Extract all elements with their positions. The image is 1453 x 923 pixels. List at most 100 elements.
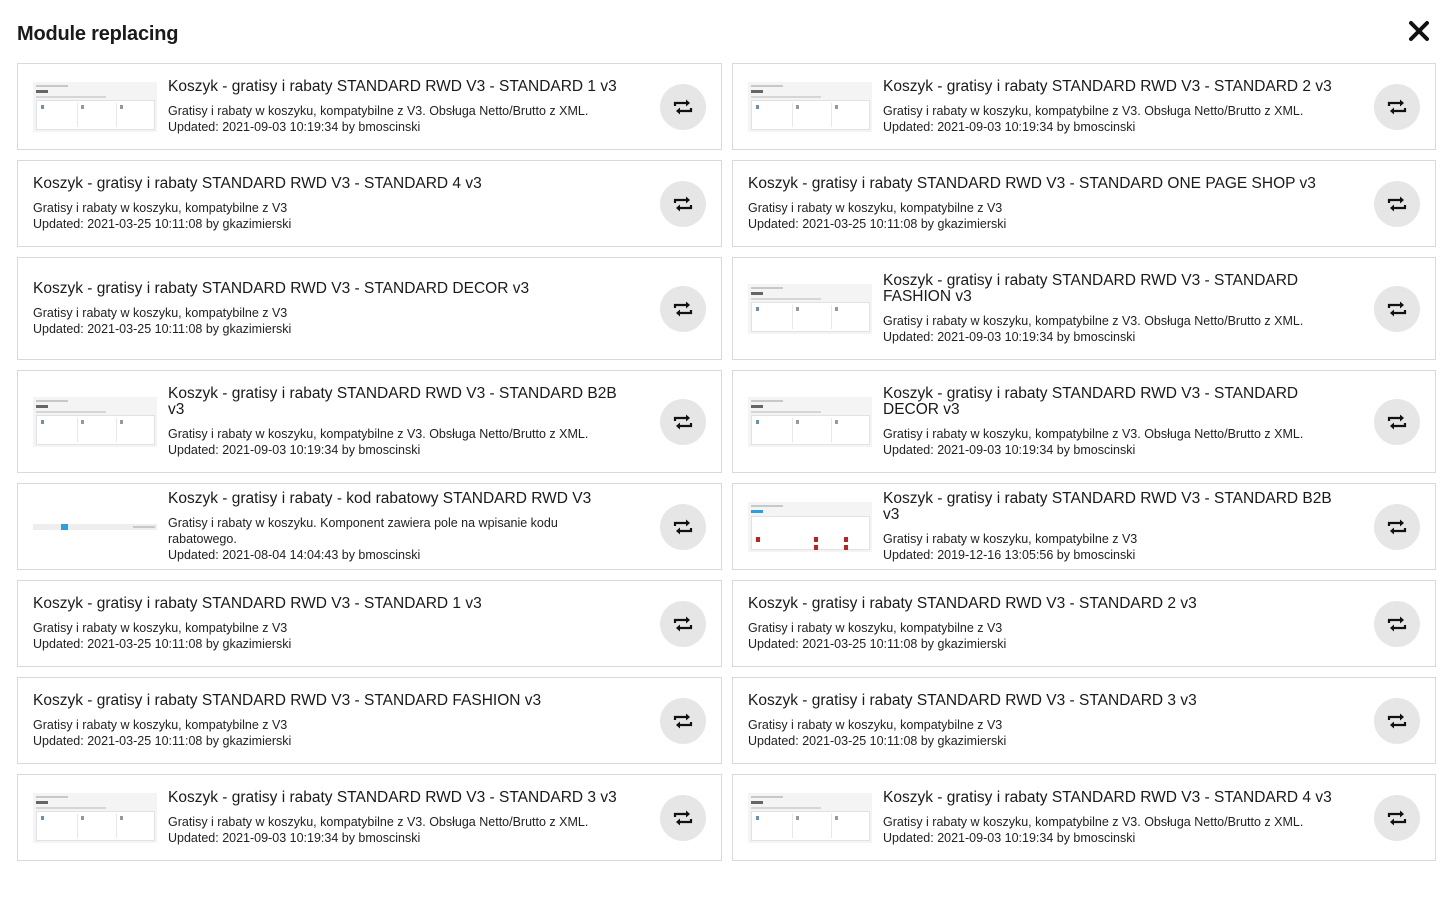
module-description: Gratisy i rabaty w koszyku, kompatybilne… xyxy=(883,814,1304,829)
module-name: Koszyk - gratisy i rabaty STANDARD RWD V… xyxy=(168,788,617,806)
replace-button[interactable] xyxy=(660,697,706,744)
module-updated: Updated: 2021-03-25 10:11:08 by gkazimie… xyxy=(748,216,1007,231)
module-info: Koszyk - gratisy i rabaty - kod rabatowy… xyxy=(168,490,706,563)
swap-icon xyxy=(1387,300,1407,318)
replace-button[interactable] xyxy=(1374,600,1420,647)
module-card[interactable]: Koszyk - gratisy i rabaty STANDARD RWD V… xyxy=(732,370,1436,473)
module-description: Gratisy i rabaty w koszyku, kompatybilne… xyxy=(168,426,589,441)
module-name: Koszyk - gratisy i rabaty STANDARD RWD V… xyxy=(748,174,1316,192)
module-description: Gratisy i rabaty w koszyku, kompatybilne… xyxy=(33,305,288,320)
module-card[interactable]: Koszyk - gratisy i rabaty STANDARD RWD V… xyxy=(732,160,1436,247)
module-updated: Updated: 2021-09-03 10:19:34 by bmoscins… xyxy=(883,442,1136,457)
replace-button[interactable] xyxy=(1374,285,1420,332)
module-updated: Updated: 2021-03-25 10:11:08 by gkazimie… xyxy=(748,636,1007,651)
module-name: Koszyk - gratisy i rabaty STANDARD RWD V… xyxy=(168,384,617,418)
module-thumbnail xyxy=(33,81,157,132)
swap-icon xyxy=(673,195,693,213)
module-card[interactable]: Koszyk - gratisy i rabaty STANDARD RWD V… xyxy=(732,677,1436,764)
replace-button[interactable] xyxy=(1374,398,1420,445)
swap-icon xyxy=(673,413,693,431)
module-name: Koszyk - gratisy i rabaty STANDARD RWD V… xyxy=(883,77,1332,95)
replace-button[interactable] xyxy=(660,794,706,841)
module-info: Koszyk - gratisy i rabaty STANDARD RWD V… xyxy=(883,384,1420,458)
module-thumbnail xyxy=(33,396,157,447)
replace-button[interactable] xyxy=(1374,697,1420,744)
replace-button[interactable] xyxy=(1374,794,1420,841)
replace-button[interactable] xyxy=(1374,503,1420,550)
module-name: Koszyk - gratisy i rabaty STANDARD RWD V… xyxy=(883,384,1299,418)
module-info: Koszyk - gratisy i rabaty STANDARD RWD V… xyxy=(33,594,706,652)
module-card[interactable]: Koszyk - gratisy i rabaty STANDARD RWD V… xyxy=(17,160,722,247)
module-thumbnail xyxy=(748,81,872,132)
module-thumbnail xyxy=(748,283,872,334)
module-description: Gratisy i rabaty w koszyku, kompatybilne… xyxy=(748,717,1003,732)
module-card[interactable]: Koszyk - gratisy i rabaty - kod rabatowy… xyxy=(17,483,722,570)
module-card[interactable]: Koszyk - gratisy i rabaty STANDARD RWD V… xyxy=(732,580,1436,667)
module-updated: Updated: 2021-03-25 10:11:08 by gkazimie… xyxy=(33,636,292,651)
module-updated: Updated: 2021-03-25 10:11:08 by gkazimie… xyxy=(33,321,292,336)
module-updated: Updated: 2021-09-03 10:19:34 by bmoscins… xyxy=(883,830,1136,845)
module-description: Gratisy i rabaty w koszyku, kompatybilne… xyxy=(883,103,1304,118)
replace-button[interactable] xyxy=(1374,180,1420,227)
close-icon[interactable] xyxy=(1408,20,1434,46)
module-updated: Updated: 2021-09-03 10:19:34 by bmoscins… xyxy=(168,442,421,457)
module-card[interactable]: Koszyk - gratisy i rabaty STANDARD RWD V… xyxy=(17,257,722,360)
replace-button[interactable] xyxy=(660,398,706,445)
module-updated: Updated: 2019-12-16 13:05:56 by bmoscins… xyxy=(883,547,1136,562)
module-name: Koszyk - gratisy i rabaty STANDARD RWD V… xyxy=(883,788,1332,806)
module-info: Koszyk - gratisy i rabaty STANDARD RWD V… xyxy=(33,280,706,337)
module-name: Koszyk - gratisy i rabaty STANDARD RWD V… xyxy=(168,77,617,95)
swap-icon xyxy=(673,98,693,116)
swap-icon xyxy=(673,712,693,730)
module-updated: Updated: 2021-03-25 10:11:08 by gkazimie… xyxy=(748,733,1007,748)
module-info: Koszyk - gratisy i rabaty STANDARD RWD V… xyxy=(748,691,1420,749)
module-card[interactable]: Koszyk - gratisy i rabaty STANDARD RWD V… xyxy=(732,774,1436,861)
swap-icon xyxy=(1387,615,1407,633)
module-description: Gratisy i rabaty w koszyku, kompatybilne… xyxy=(33,200,288,215)
module-updated: Updated: 2021-09-03 10:19:34 by bmoscins… xyxy=(883,119,1136,134)
modal-header: Module replacing xyxy=(17,20,1436,50)
replace-button[interactable] xyxy=(660,600,706,647)
replace-button[interactable] xyxy=(660,180,706,227)
swap-icon xyxy=(1387,98,1407,116)
module-description: Gratisy i rabaty w koszyku, kompatybilne… xyxy=(33,620,288,635)
module-name: Koszyk - gratisy i rabaty STANDARD RWD V… xyxy=(33,594,482,612)
module-info: Koszyk - gratisy i rabaty STANDARD RWD V… xyxy=(748,174,1420,232)
module-name: Koszyk - gratisy i rabaty STANDARD RWD V… xyxy=(748,691,1197,709)
module-card[interactable]: Koszyk - gratisy i rabaty STANDARD RWD V… xyxy=(732,257,1436,360)
module-description: Gratisy i rabaty w koszyku, kompatybilne… xyxy=(883,531,1138,546)
module-thumbnail xyxy=(748,396,872,447)
module-thumbnail xyxy=(33,792,157,843)
module-list: Koszyk - gratisy i rabaty STANDARD RWD V… xyxy=(17,63,1436,861)
module-card[interactable]: Koszyk - gratisy i rabaty STANDARD RWD V… xyxy=(732,63,1436,150)
swap-icon xyxy=(1387,809,1407,827)
module-info: Koszyk - gratisy i rabaty STANDARD RWD V… xyxy=(883,490,1420,563)
replace-button[interactable] xyxy=(1374,83,1420,130)
swap-icon xyxy=(673,300,693,318)
module-card[interactable]: Koszyk - gratisy i rabaty STANDARD RWD V… xyxy=(17,63,722,150)
replace-button[interactable] xyxy=(660,83,706,130)
swap-icon xyxy=(1387,413,1407,431)
module-card[interactable]: Koszyk - gratisy i rabaty STANDARD RWD V… xyxy=(17,774,722,861)
module-updated: Updated: 2021-08-04 14:04:43 by bmoscins… xyxy=(168,547,421,562)
module-thumbnail xyxy=(33,501,157,552)
module-thumbnail xyxy=(748,501,872,552)
swap-icon xyxy=(673,809,693,827)
module-info: Koszyk - gratisy i rabaty STANDARD RWD V… xyxy=(33,692,706,749)
replace-button[interactable] xyxy=(660,503,706,550)
module-info: Koszyk - gratisy i rabaty STANDARD RWD V… xyxy=(33,174,706,232)
module-updated: Updated: 2021-09-03 10:19:34 by bmoscins… xyxy=(168,119,421,134)
replace-button[interactable] xyxy=(660,285,706,332)
module-description: Gratisy i rabaty w koszyku, kompatybilne… xyxy=(883,426,1304,441)
module-info: Koszyk - gratisy i rabaty STANDARD RWD V… xyxy=(168,788,706,846)
module-card[interactable]: Koszyk - gratisy i rabaty STANDARD RWD V… xyxy=(17,370,722,473)
module-description: Gratisy i rabaty w koszyku, kompatybilne… xyxy=(883,313,1304,328)
swap-icon xyxy=(1387,712,1407,730)
module-name: Koszyk - gratisy i rabaty STANDARD RWD V… xyxy=(748,594,1197,612)
module-card[interactable]: Koszyk - gratisy i rabaty STANDARD RWD V… xyxy=(732,483,1436,570)
module-card[interactable]: Koszyk - gratisy i rabaty STANDARD RWD V… xyxy=(17,580,722,667)
module-card[interactable]: Koszyk - gratisy i rabaty STANDARD RWD V… xyxy=(17,677,722,764)
module-name: Koszyk - gratisy i rabaty STANDARD RWD V… xyxy=(883,271,1299,305)
swap-icon xyxy=(1387,195,1407,213)
module-name: Koszyk - gratisy i rabaty STANDARD RWD V… xyxy=(33,174,482,192)
